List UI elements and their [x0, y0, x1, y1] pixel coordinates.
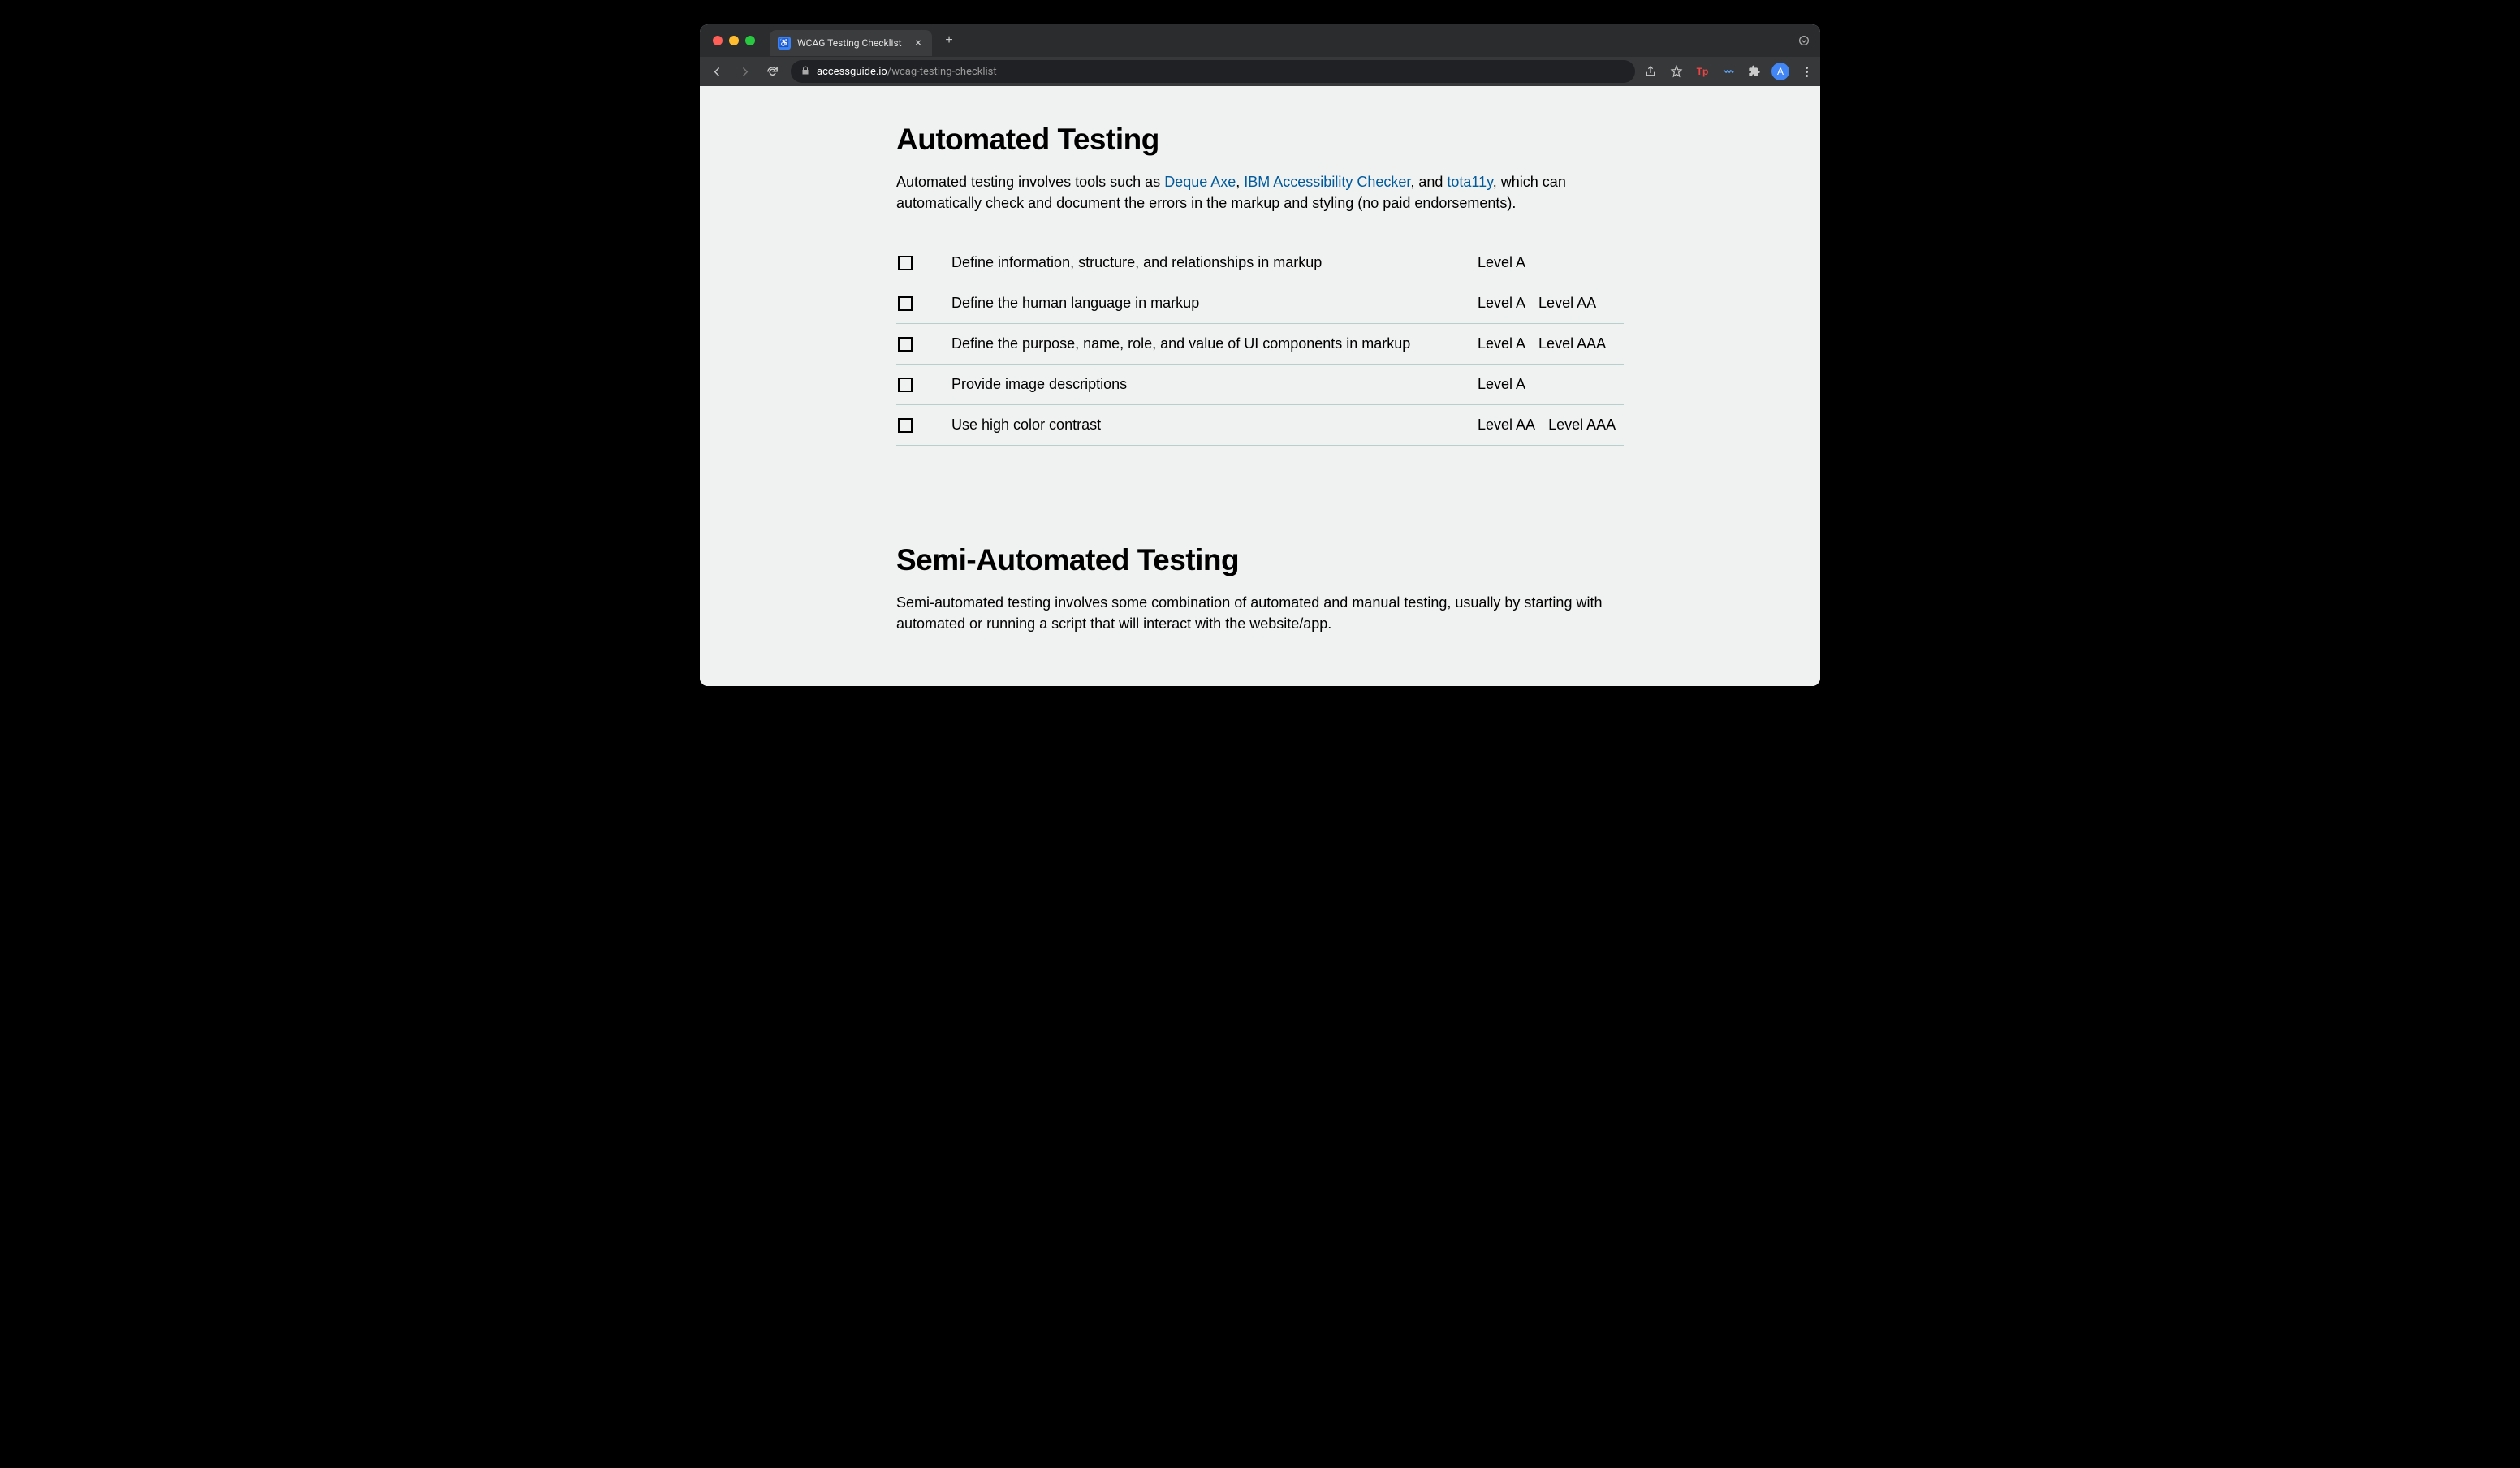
level-badge: Level AA [1478, 417, 1535, 434]
menu-button[interactable] [1797, 67, 1815, 77]
section-intro-semi: Semi-automated testing involves some com… [896, 592, 1624, 634]
browser-chrome: ♿ WCAG Testing Checklist × + [700, 24, 1820, 86]
profile-avatar[interactable]: A [1771, 63, 1789, 80]
forward-button[interactable] [732, 59, 757, 84]
tab-title: WCAG Testing Checklist [797, 37, 906, 49]
link-deque-axe[interactable]: Deque Axe [1164, 174, 1236, 190]
level-badges: Level A Level AA [1478, 295, 1624, 312]
checklist-label: Define the human language in markup [929, 295, 1461, 312]
checkbox[interactable] [898, 256, 913, 270]
automated-checklist: Define information, structure, and relat… [896, 243, 1624, 446]
bookmark-star-icon[interactable] [1668, 63, 1685, 80]
checklist-row: Use high color contrast Level AA Level A… [896, 405, 1624, 446]
checklist-row: Define the human language in markup Leve… [896, 283, 1624, 324]
level-badge: Level A [1478, 335, 1525, 352]
level-badges: Level AA Level AAA [1478, 417, 1624, 434]
tab-bar: ♿ WCAG Testing Checklist × + [700, 24, 1820, 57]
maximize-window-button[interactable] [745, 36, 755, 45]
section-intro-automated: Automated testing involves tools such as… [896, 171, 1624, 214]
url-text: accessguide.io/wcag-testing-checklist [817, 66, 1625, 78]
checkbox[interactable] [898, 296, 913, 311]
minimize-window-button[interactable] [729, 36, 739, 45]
link-tota11y[interactable]: tota11y [1447, 174, 1492, 190]
checklist-label: Define the purpose, name, role, and valu… [929, 335, 1461, 352]
level-badge: Level A [1478, 254, 1525, 271]
lock-icon [800, 66, 810, 78]
checklist-row: Provide image descriptions Level A [896, 365, 1624, 405]
section-heading-semi: Semi-Automated Testing [896, 543, 1624, 577]
extension-tp-icon[interactable]: Tp [1694, 63, 1711, 80]
new-tab-button[interactable]: + [939, 30, 960, 51]
extension-wave-icon[interactable] [1720, 63, 1737, 80]
checkbox[interactable] [898, 418, 913, 433]
window-controls [713, 36, 755, 45]
close-window-button[interactable] [713, 36, 723, 45]
close-tab-button[interactable]: × [913, 37, 924, 49]
checklist-row: Define information, structure, and relat… [896, 243, 1624, 283]
checklist-label: Provide image descriptions [929, 376, 1461, 393]
level-badges: Level A [1478, 376, 1624, 393]
page-content: Automated Testing Automated testing invo… [700, 86, 1820, 686]
level-badges: Level A Level AAA [1478, 335, 1624, 352]
level-badge: Level A [1478, 376, 1525, 393]
extensions-puzzle-icon[interactable] [1745, 63, 1763, 80]
checkbox[interactable] [898, 378, 913, 392]
url-input[interactable]: accessguide.io/wcag-testing-checklist [791, 60, 1635, 83]
checklist-label: Use high color contrast [929, 417, 1461, 434]
level-badge: Level AAA [1548, 417, 1616, 434]
level-badges: Level A [1478, 254, 1624, 271]
reload-button[interactable] [760, 59, 784, 84]
chevron-icon[interactable] [1796, 32, 1812, 49]
share-icon[interactable] [1642, 63, 1659, 80]
browser-tab[interactable]: ♿ WCAG Testing Checklist × [770, 30, 932, 56]
level-badge: Level A [1478, 295, 1525, 312]
link-ibm-checker[interactable]: IBM Accessibility Checker [1244, 174, 1410, 190]
address-bar: accessguide.io/wcag-testing-checklist Tp… [700, 57, 1820, 86]
level-badge: Level AAA [1538, 335, 1606, 352]
back-button[interactable] [705, 59, 729, 84]
toolbar-actions: Tp A [1642, 63, 1815, 80]
level-badge: Level AA [1538, 295, 1596, 312]
favicon-icon: ♿ [778, 37, 791, 50]
browser-window: ♿ WCAG Testing Checklist × + [700, 24, 1820, 686]
checkbox[interactable] [898, 337, 913, 352]
section-heading-automated: Automated Testing [896, 123, 1624, 157]
checklist-label: Define information, structure, and relat… [929, 254, 1461, 271]
checklist-row: Define the purpose, name, role, and valu… [896, 324, 1624, 365]
